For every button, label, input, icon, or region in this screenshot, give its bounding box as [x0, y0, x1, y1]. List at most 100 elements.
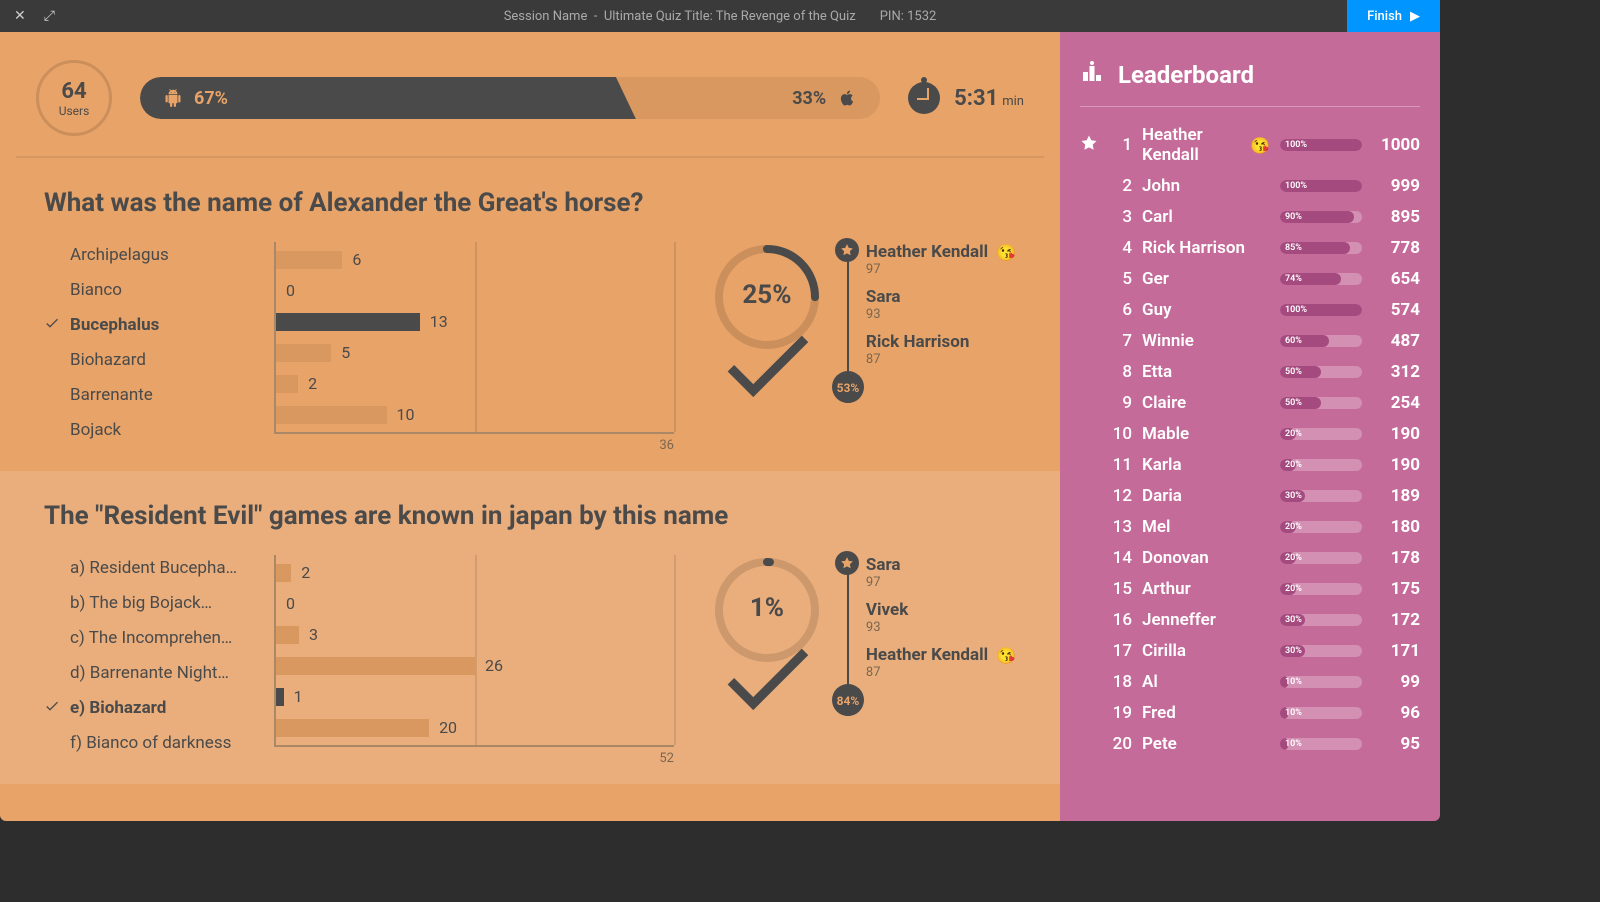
leaderboard-score: 254 — [1372, 393, 1420, 413]
leaderboard-score: 189 — [1372, 486, 1420, 506]
leaderboard-rank: 12 — [1110, 486, 1132, 506]
chevron-right-icon: ▶ — [1410, 9, 1420, 24]
answer-row: a) Resident Bucepha… — [44, 555, 254, 581]
leaderboard-rank: 18 — [1110, 672, 1132, 692]
leaderboard-row: 19Fred10%96 — [1080, 703, 1420, 723]
finish-button[interactable]: Finish ▶ — [1347, 0, 1440, 32]
question-block: The "Resident Evil" games are known in j… — [0, 471, 1060, 784]
android-icon — [164, 89, 182, 107]
bar — [276, 657, 475, 675]
answer-text: b) The big Bojack… — [70, 593, 254, 613]
chart-max: 52 — [274, 751, 674, 766]
answer-row: d) Barrenante Night… — [44, 660, 254, 686]
leaderboard-score: 999 — [1372, 176, 1420, 196]
leaderboard-score: 895 — [1372, 207, 1420, 227]
top3-pct-badge: 84% — [833, 686, 863, 716]
leaderboard-score: 190 — [1372, 455, 1420, 475]
leaderboard-rank: 8 — [1110, 362, 1132, 382]
leaderboard-score: 1000 — [1372, 135, 1420, 155]
top3-item: Sara97 — [858, 555, 1016, 590]
question-top3: Heather Kendall😘97Sara93Rick Harrison875… — [844, 242, 1016, 377]
leaderboard-rank: 5 — [1110, 269, 1132, 289]
answer-text: e) Biohazard — [70, 698, 254, 718]
bar — [276, 719, 429, 737]
leaderboard-rank: 10 — [1110, 424, 1132, 444]
leaderboard-name: Pete — [1142, 734, 1270, 754]
leaderboard-row: 6Guy100%574 — [1080, 300, 1420, 320]
leaderboard-bar: 30% — [1280, 645, 1362, 657]
timer: 5:31min — [908, 82, 1024, 114]
leaderboard-name: John — [1142, 176, 1270, 196]
leaderboard-bar: 10% — [1280, 676, 1362, 688]
chart-max: 36 — [274, 438, 674, 453]
pin-label: PIN: 1532 — [880, 9, 937, 24]
question-title: What was the name of Alexander the Great… — [44, 188, 1016, 218]
answer-chart: 2032612052 — [274, 555, 674, 766]
leaderboard-row: 2John100%999 — [1080, 176, 1420, 196]
leaderboard-row: 4Rick Harrison85%778 — [1080, 238, 1420, 258]
leaderboard-name: Rick Harrison — [1142, 238, 1270, 258]
percent-correct-gauge: 1% — [712, 555, 822, 665]
leaderboard-bar: 50% — [1280, 366, 1362, 378]
leaderboard-panel: Leaderboard 1Heather Kendall😘100%10002Jo… — [1060, 32, 1440, 821]
leaderboard-bar: 20% — [1280, 583, 1362, 595]
leaderboard-bar: 30% — [1280, 490, 1362, 502]
bar — [276, 344, 331, 362]
expand-icon[interactable]: ⤢ — [44, 8, 55, 24]
bar-value: 20 — [439, 718, 457, 737]
top3-pct-badge: 53% — [833, 373, 863, 403]
leaderboard-bar: 20% — [1280, 552, 1362, 564]
leaderboard-row: 9Claire50%254 — [1080, 393, 1420, 413]
leaderboard-rank: 15 — [1110, 579, 1132, 599]
leaderboard-row: 12Daria30%189 — [1080, 486, 1420, 506]
answer-text: Bianco — [70, 280, 254, 300]
leaderboard-row: 7Winnie60%487 — [1080, 331, 1420, 351]
leaderboard-name: Winnie — [1142, 331, 1270, 351]
leaderboard-rank: 17 — [1110, 641, 1132, 661]
bar — [276, 688, 284, 706]
bar-value: 0 — [286, 594, 295, 613]
answer-row: c) The Incomprehen… — [44, 625, 254, 651]
top3-item: Heather Kendall😘97 — [858, 242, 1016, 277]
leaderboard-row: 18Al10%99 — [1080, 672, 1420, 692]
check-icon — [44, 698, 62, 719]
answer-row: Bucephalus — [44, 312, 254, 338]
leaderboard-score: 312 — [1372, 362, 1420, 382]
leaderboard-name: Guy — [1142, 300, 1270, 320]
leaderboard-score: 574 — [1372, 300, 1420, 320]
leaderboard-row: 16Jenneffer30%172 — [1080, 610, 1420, 630]
question-title: The "Resident Evil" games are known in j… — [44, 501, 1016, 531]
leaderboard-name: Claire — [1142, 393, 1270, 413]
answer-row: Biohazard — [44, 347, 254, 373]
users-count-badge: 64 Users — [36, 60, 112, 136]
answer-row: Bianco — [44, 277, 254, 303]
leaderboard-row: 17Cirilla30%171 — [1080, 641, 1420, 661]
bar — [276, 251, 342, 269]
leaderboard-name: Heather Kendall😘 — [1142, 125, 1270, 165]
leaderboard-name: Carl — [1142, 207, 1270, 227]
leaderboard-bar: 20% — [1280, 459, 1362, 471]
answer-text: a) Resident Bucepha… — [70, 558, 254, 578]
leaderboard-rank: 2 — [1110, 176, 1132, 196]
leaderboard-score: 171 — [1372, 641, 1420, 661]
bar — [276, 406, 387, 424]
leaderboard-rank: 11 — [1110, 455, 1132, 475]
leaderboard-icon — [1080, 60, 1104, 90]
leaderboard-score: 190 — [1372, 424, 1420, 444]
medal-icon — [1080, 134, 1100, 157]
answer-chart: 6013521036 — [274, 242, 674, 453]
answer-row: Archipelagus — [44, 242, 254, 268]
leaderboard-rank: 6 — [1110, 300, 1132, 320]
bar-value: 13 — [430, 312, 448, 331]
bar — [276, 375, 298, 393]
leaderboard-score: 175 — [1372, 579, 1420, 599]
close-icon[interactable]: ✕ — [14, 8, 26, 24]
answer-row: Bojack — [44, 417, 254, 443]
bar — [276, 313, 420, 331]
leaderboard-score: 487 — [1372, 331, 1420, 351]
leaderboard-name: Karla — [1142, 455, 1270, 475]
answer-text: Bojack — [70, 420, 254, 440]
star-icon — [835, 551, 859, 575]
leaderboard-name: Arthur — [1142, 579, 1270, 599]
answer-text: f) Bianco of darkness — [70, 733, 254, 753]
